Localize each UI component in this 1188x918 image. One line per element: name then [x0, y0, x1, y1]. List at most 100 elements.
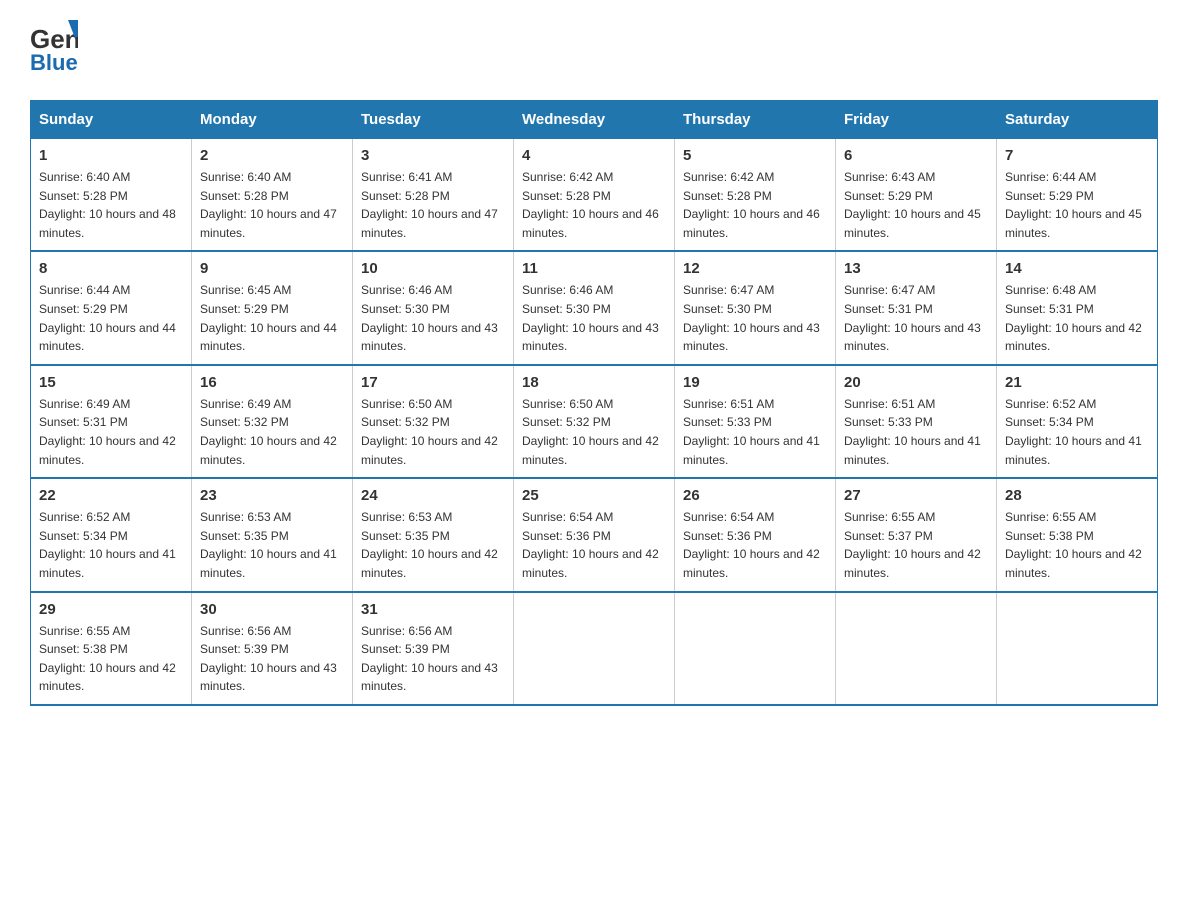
day-info: Sunrise: 6:48 AMSunset: 5:31 PMDaylight:… [1005, 283, 1142, 353]
calendar-day-cell: 7 Sunrise: 6:44 AMSunset: 5:29 PMDayligh… [997, 139, 1158, 252]
logo: General Blue [30, 20, 78, 80]
calendar-day-cell: 9 Sunrise: 6:45 AMSunset: 5:29 PMDayligh… [192, 251, 353, 364]
day-number: 11 [522, 260, 666, 277]
calendar-day-cell: 25 Sunrise: 6:54 AMSunset: 5:36 PMDaylig… [514, 478, 675, 591]
day-number: 28 [1005, 487, 1149, 504]
calendar-day-cell: 20 Sunrise: 6:51 AMSunset: 5:33 PMDaylig… [836, 365, 997, 478]
calendar-day-cell: 27 Sunrise: 6:55 AMSunset: 5:37 PMDaylig… [836, 478, 997, 591]
day-number: 4 [522, 147, 666, 164]
day-info: Sunrise: 6:51 AMSunset: 5:33 PMDaylight:… [844, 397, 981, 467]
calendar-day-cell: 16 Sunrise: 6:49 AMSunset: 5:32 PMDaylig… [192, 365, 353, 478]
day-info: Sunrise: 6:55 AMSunset: 5:38 PMDaylight:… [1005, 510, 1142, 580]
day-info: Sunrise: 6:47 AMSunset: 5:30 PMDaylight:… [683, 283, 820, 353]
day-number: 25 [522, 487, 666, 504]
day-number: 17 [361, 374, 505, 391]
calendar-day-cell: 17 Sunrise: 6:50 AMSunset: 5:32 PMDaylig… [353, 365, 514, 478]
weekday-header-friday: Friday [836, 101, 997, 139]
day-info: Sunrise: 6:52 AMSunset: 5:34 PMDaylight:… [39, 510, 176, 580]
day-info: Sunrise: 6:55 AMSunset: 5:38 PMDaylight:… [39, 624, 176, 694]
calendar-day-cell: 6 Sunrise: 6:43 AMSunset: 5:29 PMDayligh… [836, 139, 997, 252]
calendar-day-cell: 4 Sunrise: 6:42 AMSunset: 5:28 PMDayligh… [514, 139, 675, 252]
day-number: 9 [200, 260, 344, 277]
day-number: 20 [844, 374, 988, 391]
svg-text:Blue: Blue [30, 50, 78, 75]
day-info: Sunrise: 6:47 AMSunset: 5:31 PMDaylight:… [844, 283, 981, 353]
day-number: 31 [361, 601, 505, 618]
day-info: Sunrise: 6:55 AMSunset: 5:37 PMDaylight:… [844, 510, 981, 580]
day-info: Sunrise: 6:52 AMSunset: 5:34 PMDaylight:… [1005, 397, 1142, 467]
calendar-day-cell: 1 Sunrise: 6:40 AMSunset: 5:28 PMDayligh… [31, 139, 192, 252]
weekday-header-wednesday: Wednesday [514, 101, 675, 139]
weekday-header-saturday: Saturday [997, 101, 1158, 139]
day-number: 1 [39, 147, 183, 164]
day-number: 21 [1005, 374, 1149, 391]
calendar-day-cell [836, 592, 997, 705]
calendar-week-row: 22 Sunrise: 6:52 AMSunset: 5:34 PMDaylig… [31, 478, 1158, 591]
calendar-table: SundayMondayTuesdayWednesdayThursdayFrid… [30, 100, 1158, 706]
calendar-day-cell: 10 Sunrise: 6:46 AMSunset: 5:30 PMDaylig… [353, 251, 514, 364]
calendar-week-row: 15 Sunrise: 6:49 AMSunset: 5:31 PMDaylig… [31, 365, 1158, 478]
calendar-day-cell: 24 Sunrise: 6:53 AMSunset: 5:35 PMDaylig… [353, 478, 514, 591]
day-info: Sunrise: 6:40 AMSunset: 5:28 PMDaylight:… [200, 170, 337, 240]
page-header: General Blue [30, 20, 1158, 80]
calendar-day-cell: 31 Sunrise: 6:56 AMSunset: 5:39 PMDaylig… [353, 592, 514, 705]
weekday-header-sunday: Sunday [31, 101, 192, 139]
calendar-day-cell: 3 Sunrise: 6:41 AMSunset: 5:28 PMDayligh… [353, 139, 514, 252]
day-info: Sunrise: 6:44 AMSunset: 5:29 PMDaylight:… [1005, 170, 1142, 240]
calendar-day-cell: 28 Sunrise: 6:55 AMSunset: 5:38 PMDaylig… [997, 478, 1158, 591]
day-number: 5 [683, 147, 827, 164]
day-number: 24 [361, 487, 505, 504]
day-info: Sunrise: 6:49 AMSunset: 5:31 PMDaylight:… [39, 397, 176, 467]
day-number: 2 [200, 147, 344, 164]
calendar-day-cell [675, 592, 836, 705]
calendar-day-cell: 30 Sunrise: 6:56 AMSunset: 5:39 PMDaylig… [192, 592, 353, 705]
calendar-day-cell: 22 Sunrise: 6:52 AMSunset: 5:34 PMDaylig… [31, 478, 192, 591]
day-number: 30 [200, 601, 344, 618]
day-number: 13 [844, 260, 988, 277]
weekday-header-monday: Monday [192, 101, 353, 139]
day-number: 19 [683, 374, 827, 391]
day-info: Sunrise: 6:50 AMSunset: 5:32 PMDaylight:… [361, 397, 498, 467]
day-number: 12 [683, 260, 827, 277]
day-info: Sunrise: 6:53 AMSunset: 5:35 PMDaylight:… [200, 510, 337, 580]
day-number: 8 [39, 260, 183, 277]
calendar-day-cell: 5 Sunrise: 6:42 AMSunset: 5:28 PMDayligh… [675, 139, 836, 252]
day-info: Sunrise: 6:49 AMSunset: 5:32 PMDaylight:… [200, 397, 337, 467]
day-number: 27 [844, 487, 988, 504]
calendar-day-cell: 15 Sunrise: 6:49 AMSunset: 5:31 PMDaylig… [31, 365, 192, 478]
calendar-day-cell [997, 592, 1158, 705]
weekday-header-thursday: Thursday [675, 101, 836, 139]
day-info: Sunrise: 6:54 AMSunset: 5:36 PMDaylight:… [522, 510, 659, 580]
day-info: Sunrise: 6:51 AMSunset: 5:33 PMDaylight:… [683, 397, 820, 467]
day-number: 29 [39, 601, 183, 618]
day-info: Sunrise: 6:40 AMSunset: 5:28 PMDaylight:… [39, 170, 176, 240]
weekday-header-tuesday: Tuesday [353, 101, 514, 139]
day-info: Sunrise: 6:54 AMSunset: 5:36 PMDaylight:… [683, 510, 820, 580]
day-info: Sunrise: 6:46 AMSunset: 5:30 PMDaylight:… [522, 283, 659, 353]
calendar-day-cell [514, 592, 675, 705]
logo-mark: General Blue [30, 20, 78, 80]
day-info: Sunrise: 6:45 AMSunset: 5:29 PMDaylight:… [200, 283, 337, 353]
day-info: Sunrise: 6:44 AMSunset: 5:29 PMDaylight:… [39, 283, 176, 353]
day-number: 6 [844, 147, 988, 164]
day-number: 15 [39, 374, 183, 391]
calendar-day-cell: 11 Sunrise: 6:46 AMSunset: 5:30 PMDaylig… [514, 251, 675, 364]
calendar-day-cell: 18 Sunrise: 6:50 AMSunset: 5:32 PMDaylig… [514, 365, 675, 478]
day-info: Sunrise: 6:41 AMSunset: 5:28 PMDaylight:… [361, 170, 498, 240]
day-number: 14 [1005, 260, 1149, 277]
day-number: 23 [200, 487, 344, 504]
day-info: Sunrise: 6:42 AMSunset: 5:28 PMDaylight:… [683, 170, 820, 240]
day-number: 22 [39, 487, 183, 504]
calendar-header-row: SundayMondayTuesdayWednesdayThursdayFrid… [31, 101, 1158, 139]
day-number: 10 [361, 260, 505, 277]
day-number: 3 [361, 147, 505, 164]
calendar-week-row: 8 Sunrise: 6:44 AMSunset: 5:29 PMDayligh… [31, 251, 1158, 364]
calendar-day-cell: 8 Sunrise: 6:44 AMSunset: 5:29 PMDayligh… [31, 251, 192, 364]
calendar-day-cell: 26 Sunrise: 6:54 AMSunset: 5:36 PMDaylig… [675, 478, 836, 591]
calendar-day-cell: 23 Sunrise: 6:53 AMSunset: 5:35 PMDaylig… [192, 478, 353, 591]
day-info: Sunrise: 6:53 AMSunset: 5:35 PMDaylight:… [361, 510, 498, 580]
calendar-day-cell: 29 Sunrise: 6:55 AMSunset: 5:38 PMDaylig… [31, 592, 192, 705]
day-info: Sunrise: 6:56 AMSunset: 5:39 PMDaylight:… [361, 624, 498, 694]
calendar-day-cell: 21 Sunrise: 6:52 AMSunset: 5:34 PMDaylig… [997, 365, 1158, 478]
calendar-day-cell: 12 Sunrise: 6:47 AMSunset: 5:30 PMDaylig… [675, 251, 836, 364]
